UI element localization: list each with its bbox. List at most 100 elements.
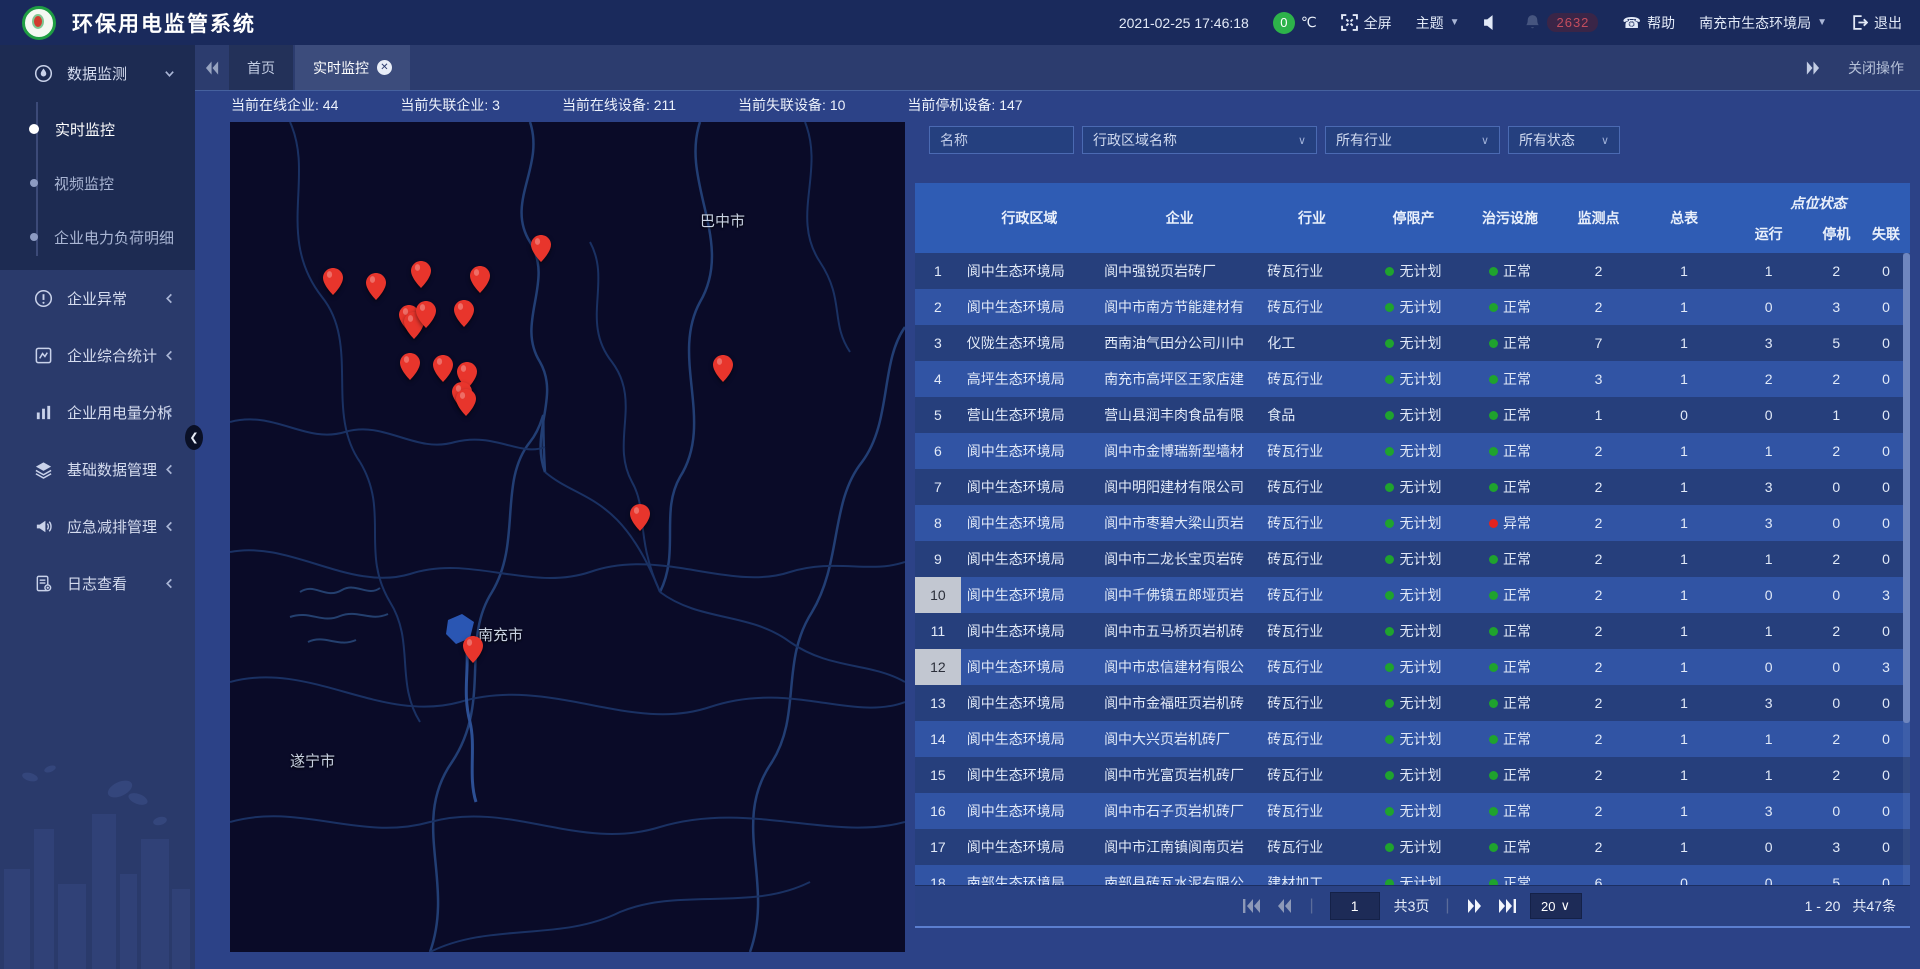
tabs-scroll-left-button[interactable] [195, 45, 229, 90]
sidebar-subitem-0-0[interactable]: 实时监控 [0, 102, 195, 156]
cell-index: 6 [915, 433, 961, 469]
facility-status-text: 正常 [1503, 657, 1531, 677]
table-row[interactable]: 13阆中生态环境局阆中市金福旺页岩机砖砖瓦行业无计划正常21300 [915, 685, 1910, 721]
map-marker-13[interactable] [456, 389, 476, 416]
map-marker-1[interactable] [366, 273, 386, 300]
cell-company: 阆中市光富页岩机砖厂 [1098, 757, 1261, 793]
table-row[interactable]: 4高坪生态环境局南充市高坪区王家店建砖瓦行业无计划正常31220 [915, 361, 1910, 397]
cell-industry: 砖瓦行业 [1261, 829, 1362, 865]
map-marker-9[interactable] [400, 353, 420, 380]
map-panel[interactable]: 巴中市南充市遂宁市 [230, 122, 905, 952]
tab-label: 实时监控 [313, 58, 369, 78]
status-dot-icon [1489, 735, 1498, 744]
sidebar-item-4[interactable]: 基础数据管理 [0, 441, 195, 498]
org-menu[interactable]: 南充市生态环境局 ▼ [1699, 13, 1827, 33]
table-row[interactable]: 18南部生态环境局南部县砖瓦水泥有限公建材加工无计划正常60050 [915, 865, 1910, 885]
region-filter-select[interactable]: 行政区域名称 ∨ [1082, 126, 1317, 154]
map-marker-16[interactable] [463, 636, 483, 663]
map-marker-10[interactable] [433, 355, 453, 382]
cell-monitor-count: 2 [1556, 433, 1642, 469]
cell-monitor-count: 2 [1556, 793, 1642, 829]
cell-total-count: 1 [1641, 361, 1727, 397]
cell-run-count: 0 [1727, 649, 1811, 685]
megaphone-icon [34, 517, 53, 536]
first-page-button[interactable] [1243, 899, 1261, 913]
sidebar-item-5[interactable]: 应急减排管理 [0, 498, 195, 555]
cell-facility-status: 正常 [1464, 721, 1556, 757]
tab-realtime-monitor[interactable]: 实时监控 ✕ [295, 45, 410, 90]
cell-facility-status: 正常 [1464, 577, 1556, 613]
chevron-down-icon: ∨ [1481, 134, 1489, 147]
tab-home[interactable]: 首页 [229, 45, 293, 90]
notifications-button[interactable]: 2632 [1524, 13, 1598, 32]
sidebar-menu: 数据监测实时监控视频监控企业电力负荷明细企业异常企业综合统计企业用电量分析基础数… [0, 45, 195, 612]
map-marker-2[interactable] [411, 261, 431, 288]
map-marker-0[interactable] [323, 268, 343, 295]
status-dot-icon [1385, 555, 1394, 564]
table-row[interactable]: 12阆中生态环境局阆中市忠信建材有限公砖瓦行业无计划正常21003 [915, 649, 1910, 685]
map-marker-7[interactable] [416, 301, 436, 328]
cell-run-count: 3 [1727, 505, 1811, 541]
main-content: 当前在线企业: 44当前失联企业: 3当前在线设备: 211当前失联设备: 10… [195, 90, 1920, 969]
table-row[interactable]: 10阆中生态环境局阆中千佛镇五郎垭页岩砖瓦行业无计划正常21003 [915, 577, 1910, 613]
table-row[interactable]: 9阆中生态环境局阆中市二龙长宝页岩砖砖瓦行业无计划正常21120 [915, 541, 1910, 577]
stat-item-0: 当前在线企业: 44 [231, 95, 338, 115]
cell-stop-status: 无计划 [1363, 397, 1464, 433]
sidebar-collapse-button[interactable]: ❮ [185, 425, 203, 450]
sidebar-item-2[interactable]: 企业综合统计 [0, 327, 195, 384]
logout-button[interactable]: 退出 [1851, 13, 1902, 33]
status-filter-value: 所有状态 [1519, 130, 1575, 150]
map-marker-3[interactable] [470, 266, 490, 293]
close-operations-button[interactable]: 关闭操作 [1848, 58, 1904, 78]
mute-button[interactable] [1483, 14, 1500, 31]
cell-index: 17 [915, 829, 961, 865]
stop-status-text: 无计划 [1399, 513, 1441, 533]
sidebar-subitem-0-2[interactable]: 企业电力负荷明细 [0, 210, 195, 264]
map-marker-15[interactable] [630, 504, 650, 531]
table-row[interactable]: 6阆中生态环境局阆中市金博瑞新型墙材砖瓦行业无计划正常21120 [915, 433, 1910, 469]
table-row[interactable]: 16阆中生态环境局阆中市石子页岩机砖厂砖瓦行业无计划正常21300 [915, 793, 1910, 829]
cell-monitor-count: 2 [1556, 289, 1642, 325]
next-page-button[interactable] [1466, 899, 1484, 913]
table-panel: 行政区域名称 ∨ 所有行业 ∨ 所有状态 ∨ 行政区域 企业 行业 停限产 治污… [915, 122, 1910, 925]
theme-button[interactable]: 主题 ▼ [1416, 13, 1460, 33]
name-filter-input[interactable] [929, 126, 1074, 154]
cell-total-count: 1 [1641, 325, 1727, 361]
help-button[interactable]: ☎ 帮助 [1622, 13, 1675, 33]
tab-close-icon[interactable]: ✕ [377, 60, 392, 75]
sidebar-item-1[interactable]: 企业异常 [0, 270, 195, 327]
scrollbar-thumb[interactable] [1903, 253, 1910, 723]
table-row[interactable]: 1阆中生态环境局阆中强锐页岩砖厂砖瓦行业无计划正常21120 [915, 253, 1910, 289]
sidebar-item-0[interactable]: 数据监测 [0, 45, 195, 102]
page-size-select[interactable]: 20 ∨ [1530, 893, 1582, 919]
table-row[interactable]: 8阆中生态环境局阆中市枣碧大梁山页岩砖瓦行业无计划异常21300 [915, 505, 1910, 541]
chevron-down-icon: ▼ [1817, 17, 1827, 28]
cell-company: 阆中千佛镇五郎垭页岩 [1098, 577, 1261, 613]
table-row[interactable]: 5营山生态环境局营山县润丰肉食品有限食品无计划正常10010 [915, 397, 1910, 433]
map-marker-8[interactable] [454, 300, 474, 327]
page-number-input[interactable] [1330, 892, 1380, 920]
table-row[interactable]: 15阆中生态环境局阆中市光富页岩机砖厂砖瓦行业无计划正常21120 [915, 757, 1910, 793]
cell-facility-status: 正常 [1464, 289, 1556, 325]
tab-label: 首页 [247, 58, 275, 78]
fullscreen-button[interactable]: 全屏 [1341, 13, 1392, 33]
industry-filter-select[interactable]: 所有行业 ∨ [1325, 126, 1500, 154]
table-row[interactable]: 2阆中生态环境局阆中市南方节能建材有砖瓦行业无计划正常21030 [915, 289, 1910, 325]
map-marker-14[interactable] [713, 355, 733, 382]
table-row[interactable]: 14阆中生态环境局阆中大兴页岩机砖厂砖瓦行业无计划正常21120 [915, 721, 1910, 757]
sidebar-item-6[interactable]: 日志查看 [0, 555, 195, 612]
sidebar-item-3[interactable]: 企业用电量分析 [0, 384, 195, 441]
double-chevron-right-icon[interactable] [1805, 61, 1820, 75]
last-page-button[interactable] [1498, 899, 1516, 913]
table-row[interactable]: 7阆中生态环境局阆中明阳建材有限公司砖瓦行业无计划正常21300 [915, 469, 1910, 505]
prev-page-button[interactable] [1275, 899, 1293, 913]
table-row[interactable]: 17阆中生态环境局阆中市江南镇阆南页岩砖瓦行业无计划正常21030 [915, 829, 1910, 865]
sidebar-subitem-0-1[interactable]: 视频监控 [0, 156, 195, 210]
status-dot-icon [1385, 375, 1394, 384]
table-scrollbar[interactable] [1903, 253, 1910, 885]
status-filter-select[interactable]: 所有状态 ∨ [1508, 126, 1620, 154]
filter-bar: 行政区域名称 ∨ 所有行业 ∨ 所有状态 ∨ [929, 126, 1620, 154]
map-marker-4[interactable] [531, 235, 551, 262]
table-row[interactable]: 3仪陇生态环境局西南油气田分公司川中化工无计划正常71350 [915, 325, 1910, 361]
table-row[interactable]: 11阆中生态环境局阆中市五马桥页岩机砖砖瓦行业无计划正常21120 [915, 613, 1910, 649]
